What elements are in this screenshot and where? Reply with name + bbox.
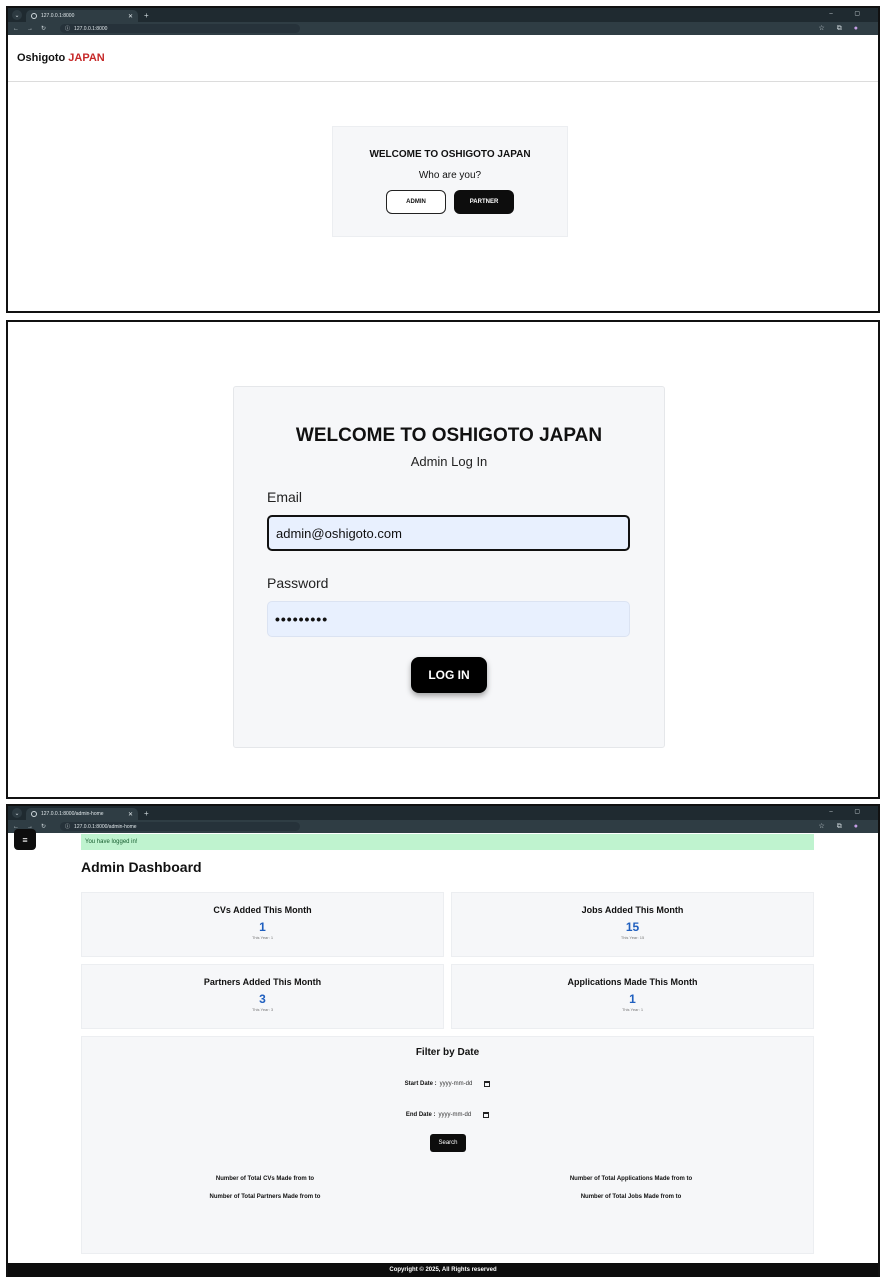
password-label: Password xyxy=(267,575,329,591)
stat-subtext: This Year: 15 xyxy=(620,935,645,940)
toolbar-icons[interactable]: ☆⧉● xyxy=(818,822,870,831)
brand-accent[interactable]: JAPAN xyxy=(68,52,104,64)
login-success-alert: You have logged in! xyxy=(81,834,814,850)
site-info-icon[interactable]: ⓘ xyxy=(65,25,70,32)
browser-tab-bar: ⌄ 127.0.0.1:8000 ✕ + – ▢ xyxy=(8,8,878,22)
total-jobs-label: Number of Total Jobs Made from to xyxy=(580,1194,682,1200)
back-icon[interactable]: ← xyxy=(13,26,19,32)
filter-title: Filter by Date xyxy=(415,1047,480,1058)
site-navbar: Oshigoto JAPAN xyxy=(8,35,878,82)
role-select-window: ⌄ 127.0.0.1:8000 ✕ + – ▢ ← → ↻ ⓘ 127.0.0… xyxy=(6,6,880,313)
admin-dashboard-window: ⌄ 127.0.0.1:8000/admin-home ✕ + – ▢ ← → … xyxy=(6,804,880,1277)
stat-subtext: This Year: 3 xyxy=(251,1007,274,1012)
total-cvs-label: Number of Total CVs Made from to xyxy=(215,1176,315,1182)
bookmark-star-icon[interactable]: ☆ xyxy=(818,25,836,32)
site-icon xyxy=(31,13,37,19)
profile-icon[interactable]: ● xyxy=(854,823,870,830)
stat-card-applications: Applications Made This Month 1 This Year… xyxy=(451,964,814,1029)
stat-value: 1 xyxy=(629,992,636,1006)
tab-title: 127.0.0.1:8000 xyxy=(41,13,75,19)
login-button[interactable]: LOG IN xyxy=(411,657,487,693)
profile-icon[interactable]: ● xyxy=(854,25,870,32)
total-partners-label: Number of Total Partners Made from to xyxy=(209,1194,321,1200)
tab-title: 127.0.0.1:8000/admin-home xyxy=(41,811,104,817)
reload-icon[interactable]: ↻ xyxy=(41,25,46,32)
stat-value: 3 xyxy=(259,992,266,1006)
browser-tab-bar: ⌄ 127.0.0.1:8000/admin-home ✕ + – ▢ xyxy=(8,806,878,820)
role-buttons: ADMIN PARTNER xyxy=(333,190,567,214)
stat-card-cvs: CVs Added This Month 1 This Year: 1 xyxy=(81,892,444,957)
browser-tab[interactable]: 127.0.0.1:8000 ✕ xyxy=(26,10,138,22)
email-label: Email xyxy=(267,489,303,505)
page-title: Admin Dashboard xyxy=(81,859,202,875)
url-field[interactable]: ⓘ 127.0.0.1:8000/admin-home xyxy=(60,822,301,831)
end-date-row: End Date : yyyy-mm-dd xyxy=(82,1112,813,1118)
login-subtitle: Admin Log In xyxy=(410,454,488,469)
stat-card-jobs: Jobs Added This Month 15 This Year: 15 xyxy=(451,892,814,957)
address-bar: ← → ↻ ⓘ 127.0.0.1:8000 ☆⧉● xyxy=(8,22,878,35)
date-filter-card: Filter by Date Start Date : yyyy-mm-dd E… xyxy=(81,1036,814,1254)
tab-search-icon[interactable]: ⌄ xyxy=(12,808,22,818)
stat-title: Applications Made This Month xyxy=(567,977,698,987)
site-icon xyxy=(31,811,37,817)
tab-search-icon[interactable]: ⌄ xyxy=(12,10,22,20)
new-tab-icon[interactable]: + xyxy=(144,11,149,20)
browser-tab[interactable]: 127.0.0.1:8000/admin-home ✕ xyxy=(26,808,138,820)
start-date-input[interactable]: yyyy-mm-dd xyxy=(440,1081,473,1087)
admin-button[interactable]: ADMIN xyxy=(386,190,446,214)
footer-copyright: Copyright © 2025, All Rights reserved xyxy=(8,1263,878,1277)
stat-subtext: This Year: 1 xyxy=(251,935,274,940)
stat-title: Jobs Added This Month xyxy=(581,905,684,915)
role-select-card: WELCOME TO OSHIGOTO JAPAN Who are you? A… xyxy=(332,126,568,237)
window-controls[interactable]: – ▢ xyxy=(829,808,870,815)
login-card: WELCOME TO OSHIGOTO JAPAN Admin Log In E… xyxy=(233,386,665,748)
window-controls[interactable]: – ▢ xyxy=(829,10,870,17)
stat-card-partners: Partners Added This Month 3 This Year: 3 xyxy=(81,964,444,1029)
partner-button[interactable]: PARTNER xyxy=(454,190,514,214)
stat-value: 15 xyxy=(625,920,640,934)
calendar-icon[interactable] xyxy=(483,1112,490,1118)
toolbar-icons[interactable]: ☆⧉● xyxy=(818,24,870,33)
address-bar: ← → ↻ ⓘ 127.0.0.1:8000/admin-home ☆⧉● xyxy=(8,820,878,833)
url-text: 127.0.0.1:8000 xyxy=(74,25,108,32)
password-field[interactable]: ••••••••• xyxy=(267,601,630,637)
search-button[interactable]: Search xyxy=(430,1134,466,1152)
end-date-input[interactable]: yyyy-mm-dd xyxy=(439,1112,472,1118)
total-applications-label: Number of Total Applications Made from t… xyxy=(569,1176,693,1182)
reload-icon[interactable]: ↻ xyxy=(41,823,46,830)
login-heading: WELCOME TO OSHIGOTO JAPAN xyxy=(295,425,603,446)
stat-value: 1 xyxy=(259,920,266,934)
start-date-row: Start Date : yyyy-mm-dd xyxy=(82,1081,813,1087)
admin-login-window: WELCOME TO OSHIGOTO JAPAN Admin Log In E… xyxy=(6,320,880,799)
stat-subtext: This Year: 1 xyxy=(621,1007,644,1012)
hamburger-menu-icon[interactable]: ≡ xyxy=(14,829,36,850)
bookmark-star-icon[interactable]: ☆ xyxy=(818,823,836,830)
welcome-heading: WELCOME TO OSHIGOTO JAPAN xyxy=(369,149,531,160)
extensions-icon[interactable]: ⧉ xyxy=(837,823,854,830)
forward-icon[interactable]: → xyxy=(27,26,33,32)
new-tab-icon[interactable]: + xyxy=(144,809,149,818)
url-field[interactable]: ⓘ 127.0.0.1:8000 xyxy=(60,24,301,33)
brand-name[interactable]: Oshigoto xyxy=(17,52,65,64)
site-info-icon[interactable]: ⓘ xyxy=(65,823,70,830)
stat-title: Partners Added This Month xyxy=(203,977,322,987)
close-tab-icon[interactable]: ✕ xyxy=(128,811,133,818)
end-date-label: End Date : xyxy=(405,1112,436,1118)
calendar-icon[interactable] xyxy=(484,1081,491,1087)
start-date-label: Start Date : xyxy=(404,1081,437,1087)
stat-title: CVs Added This Month xyxy=(213,905,312,915)
close-tab-icon[interactable]: ✕ xyxy=(128,13,133,20)
extensions-icon[interactable]: ⧉ xyxy=(837,25,854,32)
url-text: 127.0.0.1:8000/admin-home xyxy=(74,823,137,830)
email-field[interactable]: admin@oshigoto.com xyxy=(267,515,630,551)
role-question: Who are you? xyxy=(418,170,482,181)
